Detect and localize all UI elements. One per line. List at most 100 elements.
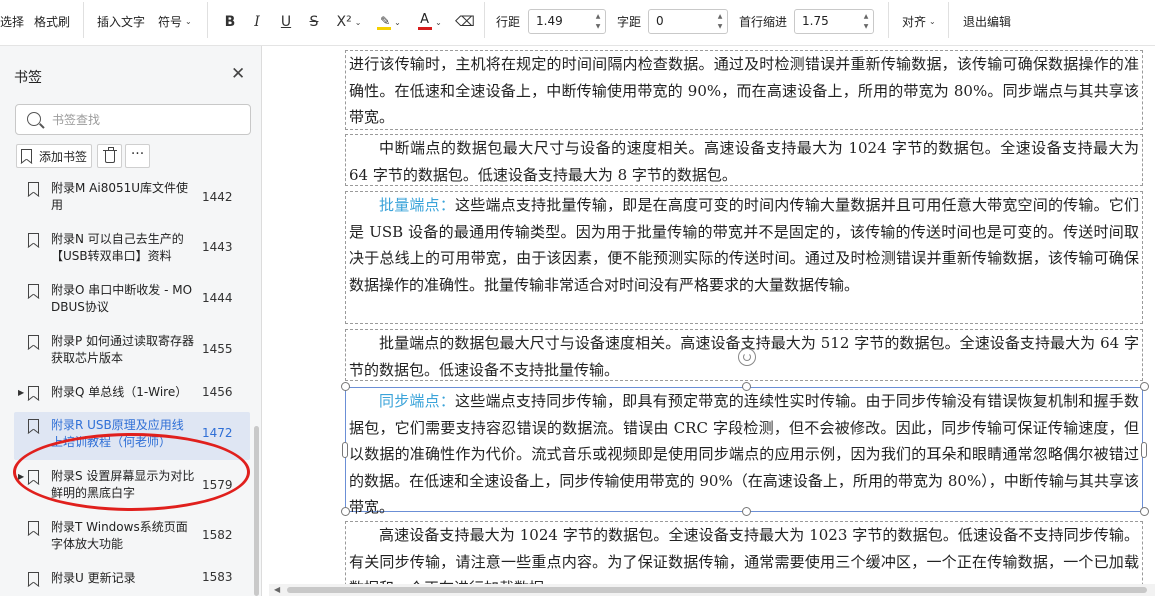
bookmark-page: 1472 — [202, 426, 233, 440]
select-button[interactable]: 选择 — [0, 0, 24, 42]
delete-bookmark-button[interactable] — [97, 144, 122, 168]
bookmark-label: 附录Q 单总线（1-Wire） — [51, 385, 188, 399]
text-block[interactable]: 进行该传输时，主机将在规定的时间间隔内检查数据。通过及时检测错误并重新传输数据，… — [345, 50, 1143, 130]
bookmark-item[interactable]: 附录T Windows系统页面字体放大功能 1582 — [0, 515, 250, 565]
format-painter-button[interactable]: 格式刷 — [34, 0, 70, 42]
line-spacing-label: 行距 — [496, 14, 521, 29]
insert-text-label: 插入文字 — [97, 14, 146, 29]
paragraph-text: 这些端点支持批量传输，即是在高度可变的时间内传输大量数据并且可用任意大带宽空间的… — [349, 196, 1139, 294]
expand-arrow-icon[interactable]: ▶ — [18, 472, 24, 481]
bookmark-item[interactable]: 附录P 如何通过读取寄存器获取芯片版本 1455 — [0, 329, 250, 379]
symbol-dropdown[interactable]: 符号 ⌄ — [158, 0, 192, 42]
add-bookmark-label: 添加书签 — [39, 149, 88, 164]
superscript-label: X² — [336, 14, 352, 30]
superscript-dropdown[interactable]: X² ⌄ — [334, 11, 364, 33]
spinner-arrows-icon[interactable]: ▲ ▼ — [715, 10, 725, 33]
bookmark-label: 附录O 串口中断收发 - MODBUS协议 — [51, 283, 193, 314]
document-view: 进行该传输时，主机将在规定的时间间隔内检查数据。通过及时检测错误并重新传输数据，… — [263, 46, 1155, 596]
scrollbar-thumb[interactable] — [287, 587, 1147, 593]
toolbar-divider — [948, 2, 949, 38]
rotate-handle-icon[interactable] — [738, 348, 756, 366]
scroll-left-icon[interactable]: ◀ — [274, 585, 280, 594]
panel-scrollbar[interactable] — [254, 426, 259, 596]
bookmark-page: 1456 — [202, 385, 233, 399]
bookmark-icon — [28, 521, 39, 535]
close-icon[interactable]: ✕ — [231, 64, 245, 84]
strikethrough-button[interactable]: S — [305, 11, 323, 33]
bookmark-label: 附录U 更新记录 — [51, 571, 136, 585]
bookmark-label: 附录N 可以自己去生产的【USB转双串口】资料 — [51, 232, 184, 263]
resize-handle[interactable] — [341, 382, 350, 391]
exit-edit-button[interactable]: 退出编辑 — [963, 0, 1011, 42]
bookmark-item[interactable]: 附录M Ai8051U库文件使用 1442 — [0, 176, 250, 226]
chevron-down-icon: ⌄ — [435, 17, 442, 27]
align-dropdown[interactable]: 对齐 ⌄ — [902, 0, 936, 42]
char-spacing-label: 字距 — [617, 14, 642, 29]
insert-text-button[interactable]: 插入文字 — [97, 0, 145, 42]
bookmark-label: 附录R USB原理及应用线上培训教程（何老师） — [51, 418, 184, 449]
add-bookmark-button[interactable]: 添加书签 — [16, 144, 92, 168]
bookmark-item-selected[interactable]: 附录R USB原理及应用线上培训教程（何老师） 1472 — [14, 412, 250, 460]
toolbar-divider — [207, 2, 208, 38]
bookmark-page: 1442 — [202, 190, 233, 204]
bookmark-item[interactable]: ▶ 附录S 设置屏幕显示为对比鲜明的黑底白字 1579 — [0, 464, 250, 514]
highlighter-icon: ✎ — [377, 14, 392, 30]
horizontal-scrollbar[interactable]: ◀ — [269, 584, 1155, 596]
spinner-arrows-icon[interactable]: ▲ ▼ — [861, 10, 871, 33]
text-block[interactable]: 批量端点：这些端点支持批量传输，即是在高度可变的时间内传输大量数据并且可用任意大… — [345, 191, 1143, 324]
spinner-arrows-icon[interactable]: ▲ ▼ — [593, 10, 603, 33]
bookmark-icon — [28, 572, 39, 586]
keyword-label: 同步端点： — [379, 392, 456, 410]
line-spacing-input[interactable]: 1.49 ▲ ▼ — [528, 9, 606, 34]
chevron-down-icon: ⌄ — [394, 17, 401, 27]
bookmark-page: 1583 — [202, 570, 233, 584]
chevron-down-icon: ⌄ — [185, 16, 192, 26]
first-indent-label: 首行缩进 — [739, 14, 788, 29]
first-indent-input[interactable]: 1.75 ▲ ▼ — [794, 9, 874, 34]
bookmark-label: 附录M Ai8051U库文件使用 — [51, 181, 189, 212]
paragraph-text: 进行该传输时，主机将在规定的时间间隔内检查数据。通过及时检测错误并重新传输数据，… — [349, 55, 1139, 126]
paragraph-text: 这些端点支持同步传输，即具有预定带宽的连续性实时传输。由于同步传输没有错误恢复机… — [349, 392, 1139, 516]
bookmark-label: 附录P 如何通过读取寄存器获取芯片版本 — [51, 334, 195, 365]
underline-button[interactable]: U — [277, 11, 295, 33]
select-label: 选择 — [0, 14, 25, 29]
paragraph-text: 中断端点的数据包最大尺寸与设备的速度相关。高速设备支持最大为 1024 字节的数… — [349, 139, 1139, 184]
resize-handle[interactable] — [1140, 507, 1149, 516]
bookmark-item[interactable]: 附录N 可以自己去生产的【USB转双串口】资料 1443 — [0, 227, 250, 277]
chevron-down-icon: ⌄ — [929, 16, 936, 26]
resize-handle[interactable] — [1141, 442, 1147, 458]
resize-handle[interactable] — [742, 382, 751, 391]
bookmark-item[interactable]: 附录U 更新记录 1583 — [0, 566, 250, 596]
resize-handle[interactable] — [1140, 382, 1149, 391]
bookmark-icon — [28, 284, 39, 298]
expand-arrow-icon[interactable]: ▶ — [18, 388, 24, 397]
bold-button[interactable]: B — [221, 11, 239, 33]
toolbar-divider — [83, 2, 84, 38]
resize-handle[interactable] — [341, 507, 350, 516]
selected-text-block[interactable]: 同步端点：这些端点支持同步传输，即具有预定带宽的连续性实时传输。由于同步传输没有… — [345, 387, 1143, 516]
first-indent-value: 1.75 — [802, 14, 829, 28]
resize-handle[interactable] — [742, 507, 751, 516]
bookmark-search-input[interactable] — [52, 110, 242, 130]
bookmark-label: 附录T Windows系统页面字体放大功能 — [51, 520, 188, 551]
highlight-dropdown[interactable]: ✎ ⌄ — [374, 11, 404, 33]
add-bookmark-icon — [21, 149, 32, 163]
bookmark-icon — [28, 386, 39, 400]
italic-button[interactable]: I — [248, 11, 266, 33]
bookmark-list: 附录M Ai8051U库文件使用 1442 附录N 可以自己去生产的【USB转双… — [0, 176, 252, 596]
char-spacing-input[interactable]: 0 ▲ ▼ — [648, 9, 728, 34]
bookmark-item[interactable]: 附录O 串口中断收发 - MODBUS协议 1444 — [0, 278, 250, 328]
symbol-label: 符号 — [158, 14, 183, 29]
char-spacing-value: 0 — [656, 14, 664, 28]
format-painter-label: 格式刷 — [34, 14, 71, 29]
resize-handle[interactable] — [342, 442, 348, 458]
bookmark-icon — [28, 335, 39, 349]
text-block[interactable]: 中断端点的数据包最大尺寸与设备的速度相关。高速设备支持最大为 1024 字节的数… — [345, 134, 1143, 186]
eraser-icon[interactable]: ⌫ — [455, 11, 475, 33]
more-icon: ··· — [130, 146, 145, 162]
more-options-button[interactable]: ··· — [125, 144, 150, 168]
bookmark-panel: 书签 ✕ 添加书签 ··· 附录M Ai8051U库文件使用 1442 附录N … — [0, 46, 262, 596]
bookmark-icon — [28, 233, 39, 247]
keyword-label: 批量端点： — [379, 196, 456, 214]
font-color-dropdown[interactable]: A ⌄ — [415, 11, 445, 33]
